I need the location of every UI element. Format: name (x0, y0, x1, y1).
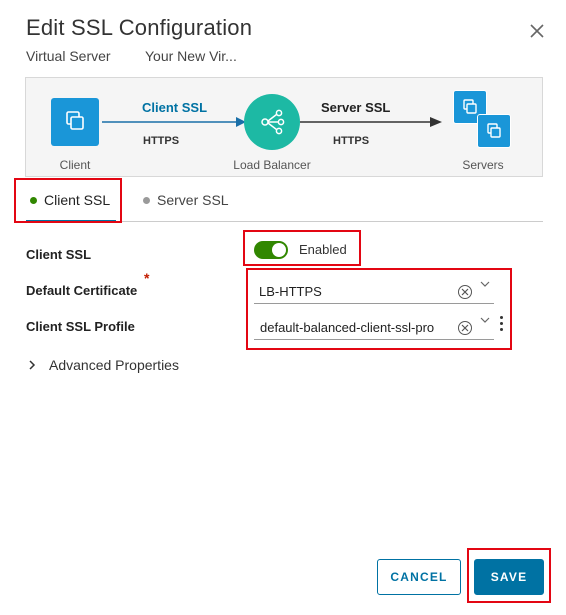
client-ssl-profile-select[interactable]: default-balanced-client-ssl-pro (254, 314, 494, 340)
dialog-title: Edit SSL Configuration (26, 15, 253, 40)
server-ssl-link[interactable]: Server SSL (321, 100, 390, 115)
virtual-server-label: Virtual Server (26, 48, 111, 64)
default-certificate-select[interactable]: LB-HTTPS (254, 278, 494, 304)
advanced-properties-toggle[interactable]: Advanced Properties (27, 357, 179, 373)
ssl-tabs: Client SSL Server SSL (25, 182, 543, 223)
default-certificate-value: LB-HTTPS (259, 284, 322, 299)
chevron-right-icon (29, 360, 36, 370)
save-button[interactable]: SAVE (474, 559, 544, 595)
client-node-label: Client (59, 158, 91, 172)
tab-server-ssl[interactable]: Server SSL (143, 192, 229, 208)
status-dot-icon (30, 196, 37, 204)
client-ssl-label: Client SSL (26, 247, 92, 262)
load-balancer-node-icon (244, 94, 300, 150)
tab-label: Server SSL (157, 192, 229, 208)
client-ssl-toggle-label: Enabled (299, 242, 347, 257)
servers-node-label: Servers (462, 158, 504, 172)
tab-label: Client SSL (44, 192, 111, 208)
close-icon[interactable] (526, 20, 548, 42)
clear-icon[interactable] (458, 285, 472, 299)
load-balancer-node-label: Load Balancer (233, 158, 311, 172)
cancel-button[interactable]: CANCEL (377, 559, 461, 595)
chevron-down-icon[interactable] (480, 280, 490, 288)
server-protocol-label: HTTPS (333, 135, 370, 147)
virtual-server-name: Your New Vir... (145, 48, 237, 64)
client-connection-arrow-icon (102, 117, 246, 127)
client-ssl-link[interactable]: Client SSL (142, 100, 207, 115)
clear-icon[interactable] (458, 321, 472, 335)
servers-node-icon (453, 90, 511, 148)
client-node-icon (51, 98, 99, 146)
default-certificate-label: Default Certificate (26, 283, 138, 298)
more-actions-icon[interactable] (498, 316, 504, 334)
tab-client-ssl[interactable]: Client SSL (26, 192, 116, 223)
client-protocol-label: HTTPS (143, 135, 180, 147)
dialog-subtitle: Virtual Server Your New Vir... (26, 48, 237, 64)
edit-ssl-dialog: Edit SSL Configuration Virtual Server You… (0, 0, 566, 615)
server-connection-arrow-icon (300, 117, 442, 127)
client-ssl-profile-label: Client SSL Profile (26, 319, 135, 334)
client-ssl-profile-value: default-balanced-client-ssl-pro (260, 320, 435, 335)
status-dot-icon (143, 196, 150, 204)
toggle-knob (272, 243, 286, 257)
required-marker: * (144, 270, 150, 286)
chevron-down-icon[interactable] (480, 316, 490, 324)
client-ssl-toggle[interactable] (254, 241, 288, 259)
active-tab-underline (26, 220, 116, 223)
advanced-properties-label: Advanced Properties (49, 357, 179, 373)
ssl-topology-diagram: Client Client SSL HTTPS Load Balancer Se… (25, 77, 543, 177)
